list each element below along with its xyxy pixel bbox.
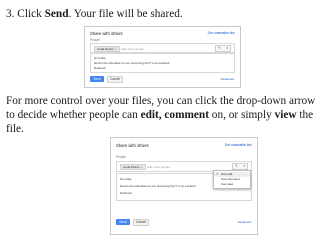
permission-dropdown-menu: ✓ Can edit Can comment Can view — [213, 170, 251, 189]
option-label: Can view — [221, 182, 234, 186]
advanced-link[interactable]: Advanced — [221, 77, 234, 81]
permission-dropdown-button[interactable]: ✎ ▾ — [215, 45, 231, 52]
cancel-button[interactable]: Cancel — [107, 76, 123, 83]
recipient-chip[interactable]: Linda Petrov× — [120, 164, 146, 170]
share-dialog-screenshot-1: Share with others Get shareable link Peo… — [84, 26, 241, 88]
people-label: People — [90, 38, 100, 42]
share-dialog-screenshot-2: Share with others Get shareable link Peo… — [110, 137, 258, 235]
send-button[interactable]: Send — [116, 219, 130, 225]
add-more-placeholder: Add more people... — [121, 47, 147, 51]
message-line: Hi Linda, — [120, 177, 132, 181]
message-line: Here's the schedule for our upcoming tri… — [120, 184, 196, 188]
add-more-placeholder: Add more people... — [147, 165, 173, 169]
message-line: Hi Linda, — [94, 56, 106, 60]
recipient-name: Linda Petrov — [97, 47, 114, 51]
option-can-view[interactable]: Can view — [214, 182, 250, 187]
option-label: Can comment — [221, 177, 240, 181]
more-control-caption: For more control over your files, you ca… — [6, 94, 318, 136]
close-icon[interactable]: × — [141, 165, 143, 169]
dialog-title: Share with others — [90, 31, 123, 36]
cancel-button[interactable]: Cancel — [133, 219, 149, 226]
permission-dropdown-button[interactable]: ✎ ▾ — [232, 163, 248, 170]
message-line: Deborah — [94, 66, 106, 70]
caption-text: 3. Click — [6, 8, 45, 20]
chevron-down-icon: ▾ — [243, 164, 245, 168]
people-label: People — [116, 155, 126, 159]
send-button[interactable]: Send — [90, 76, 104, 82]
get-shareable-link[interactable]: Get shareable link — [225, 143, 252, 147]
message-textarea[interactable]: Hi Linda, Here's the schedule for our up… — [90, 53, 235, 73]
recipient-chip[interactable]: Linda Petrov× — [94, 46, 120, 52]
caption-edit-bold: edit, — [140, 109, 162, 121]
pencil-icon: ✎ — [218, 46, 222, 50]
dialog-title: Share with others — [116, 143, 149, 148]
people-input[interactable]: Linda Petrov× Add more people... ✎ ▾ — [90, 43, 235, 53]
option-label: Can edit — [221, 172, 233, 176]
close-icon[interactable]: × — [115, 47, 117, 51]
recipient-name: Linda Petrov — [123, 165, 140, 169]
pencil-icon: ✎ — [235, 164, 239, 168]
caption-text: on, or simply — [208, 109, 275, 121]
caption-view-bold: view — [274, 109, 297, 121]
message-line: Here's the schedule for our upcoming tri… — [94, 61, 170, 65]
caption-text: . Your file will be shared. — [68, 8, 183, 20]
step-3-caption: 3. Click Send. Your file will be shared. — [6, 7, 316, 21]
caption-send-bold: Send — [44, 8, 69, 20]
get-shareable-link[interactable]: Get shareable link — [208, 31, 235, 35]
message-line: Deborah — [120, 191, 132, 195]
chevron-down-icon: ▾ — [226, 46, 228, 50]
advanced-link[interactable]: Advanced — [238, 220, 251, 224]
caption-comment-bold: comment — [164, 109, 209, 121]
